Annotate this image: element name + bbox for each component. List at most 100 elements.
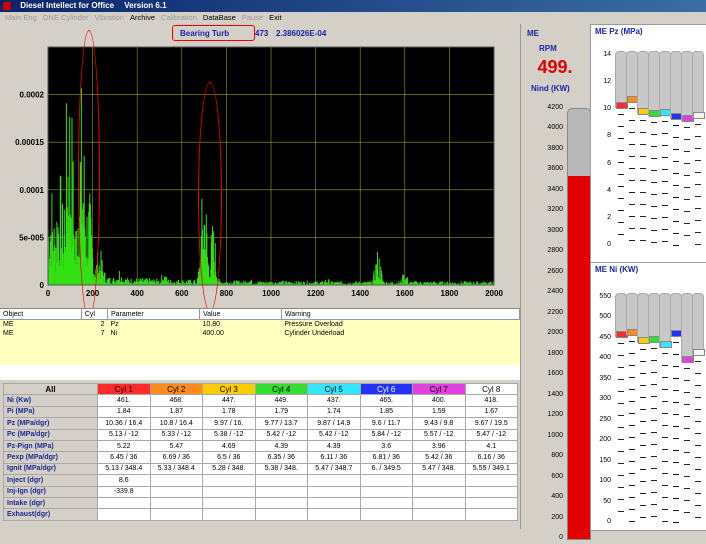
ni-scale-dash (618, 415, 624, 417)
cyl-cell: 5.13 / -12 (97, 428, 151, 441)
nind-tick-label: 3800 (547, 144, 563, 152)
menu-item-calibration[interactable]: Calibration (161, 13, 197, 22)
pz-scale-dash (662, 133, 668, 135)
menu-item-vibration[interactable]: Vibration (95, 13, 124, 22)
nind-tick-label: 200 (551, 513, 563, 521)
cyl-cell: 4.39 (254, 439, 308, 453)
ni-scale-dash (662, 521, 668, 523)
ni-scale-dash (640, 361, 646, 363)
pz-cyl-marker (616, 102, 628, 110)
cyl-header-3[interactable]: Cyl 3 (202, 382, 256, 396)
warning-row[interactable]: ME 7 Ni 400.00 Cylinder Underload (0, 329, 520, 338)
pz-scale-dash (618, 210, 624, 212)
nind-tick-label: 1400 (547, 390, 563, 398)
cyl-cell: 1.59 (412, 405, 466, 419)
nind-tick-label: 800 (551, 452, 563, 460)
cyl-cell (202, 474, 256, 487)
warnings-col-parameter[interactable]: Parameter (107, 309, 201, 320)
cyl-header-8[interactable]: Cyl 8 (464, 382, 518, 396)
pz-scale-dash (695, 123, 701, 125)
pz-tick-label: 10 (603, 105, 611, 113)
ni-scale-dash (695, 385, 701, 386)
ni-scale-dash (684, 440, 690, 442)
pz-scale-dash (640, 227, 646, 229)
ni-scale-dash (640, 349, 646, 351)
pz-scale-dash (640, 119, 646, 121)
warning-empty-cell (81, 356, 108, 365)
menu-item-pause[interactable]: Pause (242, 13, 263, 22)
cyl-cell: 418. (464, 394, 518, 407)
warnings-col-value[interactable]: Value (199, 309, 282, 320)
warning-cell: 400.00 (199, 329, 282, 338)
pz-scale-dash (684, 235, 690, 237)
ni-tick-label: 350 (599, 374, 611, 382)
ni-scale-dash (618, 367, 624, 369)
warning-empty-cell (107, 347, 200, 356)
nind-tick-label: 1200 (547, 411, 563, 419)
cyl-cell: 9.67 / 19.5 (464, 417, 518, 430)
pz-scale-dash (629, 228, 635, 230)
cyl-header-5[interactable]: Cyl 5 (307, 382, 361, 396)
pz-scale-dash (684, 175, 690, 177)
menu-item-exit[interactable]: Exit (269, 13, 282, 22)
y-tick-label: 0.0002 (20, 91, 45, 100)
cyl-cell: -339.8 (97, 485, 151, 498)
ni-scale-dash (662, 425, 668, 427)
ni-scale-dash (618, 355, 624, 357)
cyl-cell: 6. / 349.5 (359, 462, 413, 476)
pz-scale-dash (640, 155, 646, 157)
ni-scale-dash (618, 379, 624, 381)
menu-item-one-cylinder[interactable]: ONE Cylinder (43, 13, 89, 22)
warnings-col-cyl[interactable]: Cyl (81, 309, 108, 320)
ni-scale-dash (618, 511, 624, 513)
ni-scale-dash (673, 389, 679, 391)
pz-scale-dash (651, 146, 657, 148)
ni-scale-dash (640, 481, 646, 483)
all-header[interactable]: All (3, 382, 98, 396)
ni-scale-dash (662, 377, 668, 379)
cyl-cell: 5.22 (97, 439, 151, 453)
pz-scale-dash (618, 174, 624, 176)
cyl-row: Inject (dgr) 8.6 (3, 474, 518, 487)
pz-scale-dash (651, 194, 657, 196)
ni-scale-dash (629, 460, 635, 462)
ni-scale-dash (651, 432, 657, 434)
ni-scale-dash (640, 445, 646, 447)
warning-empty-cell (0, 338, 82, 347)
nind-tick-label: 2200 (547, 308, 563, 316)
menu-item-archive[interactable]: Archive (130, 13, 155, 22)
cyl-header-7[interactable]: Cyl 7 (412, 382, 466, 396)
ni-scale-dash (651, 360, 657, 362)
cyl-row-label: Pc (MPa/dgr) (3, 428, 98, 441)
warnings-col-object[interactable]: Object (0, 309, 82, 320)
ni-scale-dash (673, 377, 679, 379)
ni-scale-dash (618, 391, 624, 393)
cyl-cell (307, 496, 361, 510)
pz-scale-dash (629, 120, 635, 122)
cyl-cell: 9.77 / 13.7 (254, 417, 308, 430)
warnings-grid[interactable]: Object Cyl Parameter Value Warning ME 2 Pz 10.8… (0, 308, 521, 381)
cyl-cell: 9.6 / 11.7 (359, 417, 413, 430)
menu-item-main-eng[interactable]: Main Eng (5, 13, 37, 22)
cyl-header-4[interactable]: Cyl 4 (254, 382, 308, 396)
warnings-col-warning[interactable]: Warning (281, 309, 521, 320)
warning-empty-cell (81, 338, 108, 347)
cyl-cell: 5.42 / -12 (254, 428, 308, 441)
pz-scale-dash (662, 169, 668, 171)
x-tick-label: 800 (220, 289, 234, 298)
cyl-cell: 6.81 / 36 (359, 451, 413, 464)
warning-empty-cell (0, 356, 82, 365)
pz-scale-dash (640, 239, 646, 241)
warning-cell: Ni (107, 329, 200, 338)
menu-item-database[interactable]: DataBase (203, 13, 236, 22)
cyl-header-2[interactable]: Cyl 2 (149, 382, 203, 396)
cyl-header-6[interactable]: Cyl 6 (359, 382, 413, 396)
warning-row[interactable]: ME 2 Pz 10.80 Pressure Overload (0, 319, 520, 329)
ni-scale-dash (662, 389, 668, 391)
ni-scale-dash (662, 401, 668, 403)
rpm-value: 499. (537, 57, 573, 77)
cyl-header-1[interactable]: Cyl 1 (97, 382, 151, 396)
pz-scale-dash (673, 244, 679, 246)
cyl-cell (149, 508, 203, 521)
cyl-cell: 4.39 (307, 439, 361, 453)
